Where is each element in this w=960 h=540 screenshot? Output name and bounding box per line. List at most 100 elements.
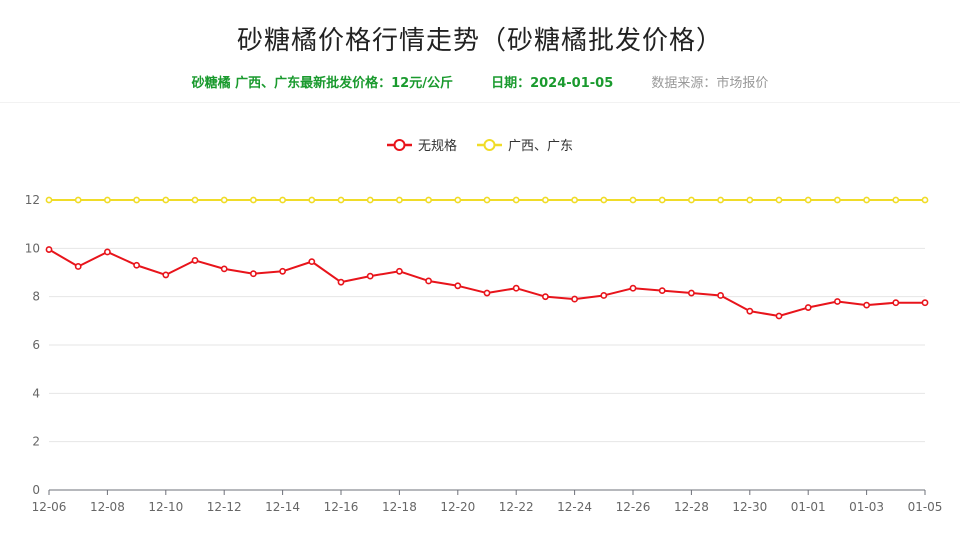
x-tick-label: 12-18 xyxy=(382,500,417,514)
x-tick-label: 12-20 xyxy=(440,500,475,514)
data-point xyxy=(395,196,403,204)
data-point xyxy=(688,289,695,297)
data-point xyxy=(104,248,111,256)
x-tick-label: 12-12 xyxy=(207,500,242,514)
legend-label: 广西、广东 xyxy=(508,139,573,154)
data-point xyxy=(366,272,374,280)
axes: 0 2 4 6 8 10 12 12-06 12-08 12-10 12-12 12-14 12-16 1… xyxy=(25,193,943,514)
legend-marker xyxy=(393,139,406,151)
grid-lines xyxy=(49,199,925,443)
data-point xyxy=(600,292,608,299)
data-point xyxy=(892,299,900,307)
y-tick-label: 8 xyxy=(32,290,40,304)
x-tick-label: 12-26 xyxy=(616,500,651,514)
series-line xyxy=(48,248,925,317)
line-chart: 0 2 4 6 8 10 12 12-06 12-08 12-10 12-12 12-14 12-16 1… xyxy=(25,138,943,514)
data-point xyxy=(804,304,812,311)
x-tick-label: 12-14 xyxy=(265,500,300,514)
y-tick-label: 10 xyxy=(25,241,40,255)
legend-marker xyxy=(483,139,496,151)
legend-item[interactable]: 广西、广东 xyxy=(477,139,573,154)
data-point xyxy=(483,289,491,297)
data-point xyxy=(337,278,345,286)
y-tick-label: 2 xyxy=(32,435,40,449)
data-point xyxy=(454,196,462,204)
legend-item[interactable]: 无规格 xyxy=(387,138,457,154)
data-point xyxy=(688,196,695,204)
data-point xyxy=(191,196,199,204)
x-tick-label: 01-01 xyxy=(791,500,826,514)
data-point xyxy=(74,263,82,270)
series-0 xyxy=(45,246,929,320)
data-point xyxy=(220,265,228,273)
series-1 xyxy=(45,196,929,204)
x-tick-label: 12-10 xyxy=(148,500,183,514)
data-point xyxy=(249,196,257,204)
data-point xyxy=(834,196,841,204)
data-point xyxy=(425,196,432,204)
data-point xyxy=(308,196,316,204)
data-point xyxy=(308,258,316,266)
data-point xyxy=(863,301,870,309)
data-point xyxy=(775,312,783,320)
data-point xyxy=(775,196,783,204)
data-point xyxy=(746,307,754,315)
data-point xyxy=(834,298,841,305)
data-point xyxy=(45,246,53,253)
data-point xyxy=(512,284,520,292)
data-point xyxy=(162,271,170,279)
chart-page: 砂糖橘价格行情走势（砂糖橘批发价格） 砂糖橘 广西、广东最新批发价格：12元/公… xyxy=(0,0,960,540)
data-point xyxy=(249,270,257,278)
data-point xyxy=(658,287,666,295)
data-point xyxy=(892,196,900,204)
data-point xyxy=(133,261,140,269)
x-tick-label: 12-06 xyxy=(32,500,67,514)
x-tick-label: 12-16 xyxy=(324,500,359,514)
data-point xyxy=(337,196,345,204)
data-point xyxy=(279,196,286,204)
x-tick-label: 12-28 xyxy=(674,500,709,514)
data-point xyxy=(921,196,929,204)
data-point xyxy=(45,196,53,204)
y-tick-label: 0 xyxy=(32,483,40,497)
data-point xyxy=(863,196,870,204)
x-tick-label: 01-05 xyxy=(908,500,943,514)
legend[interactable]: 无规格 广西、广东 xyxy=(387,138,573,154)
x-tick-label: 01-03 xyxy=(849,500,884,514)
data-point xyxy=(629,284,637,292)
data-point xyxy=(133,196,140,204)
data-point xyxy=(571,196,578,204)
data-point xyxy=(658,196,666,204)
data-point xyxy=(191,257,199,264)
x-tick-label: 12-30 xyxy=(732,500,767,514)
data-point xyxy=(804,196,812,204)
data-point xyxy=(279,267,286,275)
x-tick-label: 12-08 xyxy=(90,500,125,514)
y-tick-label: 6 xyxy=(32,338,40,352)
data-point xyxy=(74,196,82,204)
data-point xyxy=(425,277,432,285)
data-point xyxy=(629,196,637,204)
data-point xyxy=(542,293,549,301)
data-point xyxy=(483,196,491,204)
legend-label: 无规格 xyxy=(418,138,457,154)
data-point xyxy=(600,196,608,204)
data-point xyxy=(717,292,724,299)
y-tick-label: 12 xyxy=(25,193,40,207)
x-tick-label: 12-24 xyxy=(557,500,592,514)
data-point xyxy=(921,299,929,307)
x-tick-label: 12-22 xyxy=(499,500,534,514)
data-point xyxy=(454,282,462,290)
data-point xyxy=(220,196,228,204)
data-point xyxy=(571,295,578,303)
data-point xyxy=(512,196,520,204)
data-point xyxy=(717,196,724,204)
data-point xyxy=(395,267,403,275)
y-tick-label: 4 xyxy=(32,386,40,400)
data-point xyxy=(104,196,111,204)
data-point xyxy=(746,196,754,204)
series-lines xyxy=(45,196,929,320)
data-point xyxy=(162,196,170,204)
data-point xyxy=(366,196,374,204)
data-point xyxy=(542,196,549,204)
